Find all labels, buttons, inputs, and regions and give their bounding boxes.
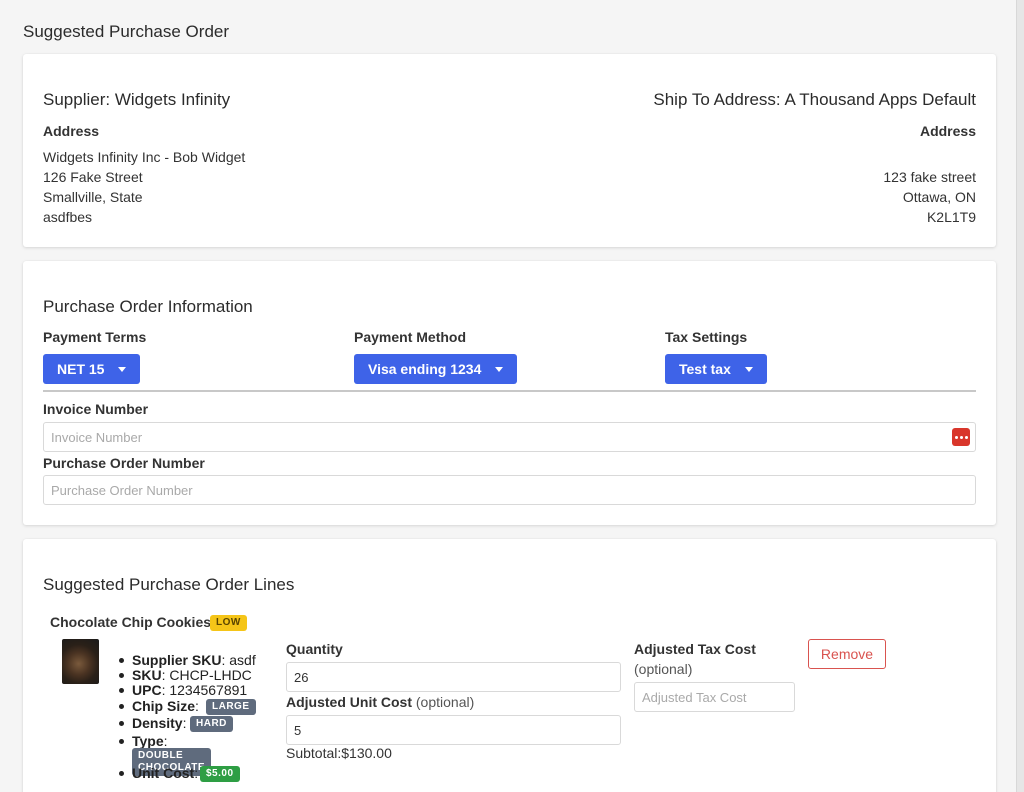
payment-method-value: Visa ending 1234: [368, 361, 482, 377]
quantity-input[interactable]: [286, 662, 621, 692]
spec-type: Type:: [119, 733, 168, 749]
supplier-address-line: Widgets Infinity Inc - Bob Widget: [43, 149, 246, 165]
supplier-address-line: Smallville, State: [43, 189, 143, 205]
payment-terms-dropdown[interactable]: NET 15: [43, 354, 141, 384]
line-subtotal: Subtotal:$130.00: [286, 745, 392, 761]
ship-to-address-line: K2L1T9: [926, 209, 976, 225]
payment-terms-value: NET 15: [57, 361, 105, 377]
spec-unit-cost: Unit Cost:: [119, 765, 198, 781]
po-lines-heading: Suggested Purchase Order Lines: [43, 575, 295, 594]
ship-to-address-label: Address: [919, 123, 976, 139]
product-name: Chocolate Chip Cookies: [50, 614, 212, 630]
supplier-card: Supplier: Widgets Infinity Ship To Addre…: [23, 54, 996, 247]
adjusted-tax-cost-hint: (optional): [634, 661, 693, 677]
scrollbar[interactable]: [1016, 0, 1024, 792]
product-image: [62, 639, 99, 684]
payment-method-dropdown[interactable]: Visa ending 1234: [354, 354, 518, 384]
density-badge: HARD: [190, 716, 233, 732]
supplier-address-line: asdfbes: [43, 209, 93, 225]
caret-down-icon: [744, 366, 753, 372]
adjusted-tax-cost-input[interactable]: [634, 682, 795, 712]
chip-size-badge: LARGE: [206, 699, 256, 715]
payment-method-label: Payment Method: [354, 329, 467, 345]
ship-to-heading: Ship To Address: A Thousand Apps Default: [653, 90, 976, 109]
quantity-label: Quantity: [286, 641, 343, 657]
tax-settings-dropdown[interactable]: Test tax: [665, 354, 767, 384]
caret-down-icon: [495, 366, 504, 372]
page: Suggested Purchase Order Supplier: Widge…: [0, 0, 1016, 792]
po-info-heading: Purchase Order Information: [43, 297, 253, 316]
spec-sku: SKU: CHCP-LHDC: [119, 667, 252, 683]
po-info-card: Purchase Order Information Payment Terms…: [23, 261, 996, 525]
spec-density: Density:: [119, 715, 186, 731]
tax-settings-label: Tax Settings: [665, 329, 748, 345]
adjusted-tax-cost-label: Adjusted Tax Cost: [634, 641, 756, 657]
invoice-number-input[interactable]: [43, 422, 976, 452]
divider: [43, 390, 976, 392]
supplier-heading: Supplier: Widgets Infinity: [43, 90, 231, 109]
unit-cost-badge: $5.00: [200, 766, 240, 782]
spec-chip-size: Chip Size:: [119, 698, 199, 714]
page-title: Suggested Purchase Order: [23, 22, 230, 41]
adjusted-unit-cost-input[interactable]: [286, 715, 621, 745]
caret-down-icon: [118, 366, 127, 372]
spec-supplier-sku: Supplier SKU: asdf: [119, 652, 256, 668]
tax-settings-value: Test tax: [679, 361, 731, 377]
adjusted-unit-cost-label: Adjusted Unit Cost (optional): [286, 694, 475, 710]
more-dots-icon[interactable]: [952, 428, 970, 446]
po-number-input[interactable]: [43, 475, 976, 505]
po-lines-card: Suggested Purchase Order Lines Chocolate…: [23, 539, 996, 792]
payment-terms-label: Payment Terms: [43, 329, 147, 345]
remove-line-button[interactable]: Remove: [808, 639, 886, 669]
po-number-label: Purchase Order Number: [43, 455, 205, 471]
invoice-number-label: Invoice Number: [43, 401, 149, 417]
supplier-address-label: Address: [43, 123, 100, 139]
ship-to-address-line: Ottawa, ON: [902, 189, 976, 205]
ship-to-address-line: 123 fake street: [883, 169, 976, 185]
spec-upc: UPC: 1234567891: [119, 682, 247, 698]
stock-status-badge: LOW: [210, 615, 247, 631]
supplier-address-line: 126 Fake Street: [43, 169, 143, 185]
